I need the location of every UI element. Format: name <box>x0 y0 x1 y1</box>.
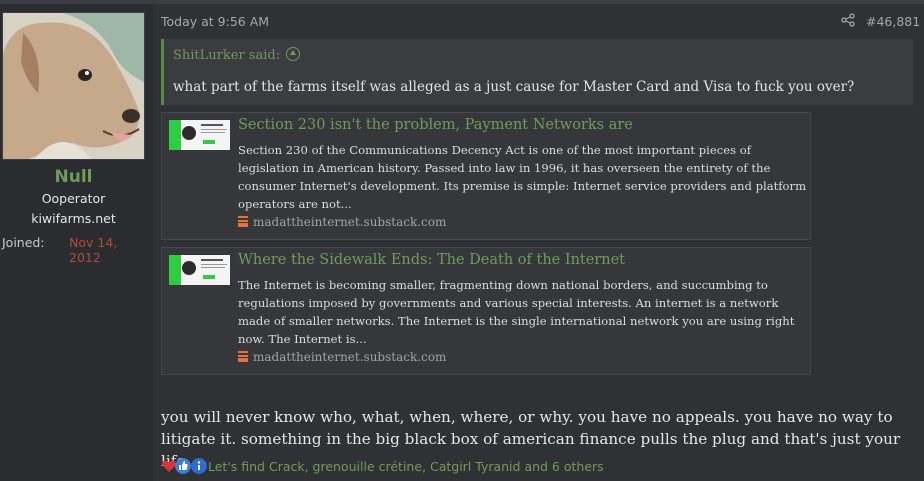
embed-source: madattheinternet.substack.com <box>238 215 446 229</box>
user-site: kiwifarms.net <box>31 211 116 226</box>
thumbs-up-icon[interactable] <box>175 458 191 474</box>
jump-to-quote-icon[interactable] <box>286 47 301 61</box>
embed-title[interactable]: Section 230 isn't the problem, Payment N… <box>238 117 633 133</box>
embed-source-label: madattheinternet.substack.com <box>253 215 447 229</box>
dog-avatar-image <box>3 13 144 159</box>
embed-source: madattheinternet.substack.com <box>238 350 446 364</box>
user-title: Ooperator <box>41 191 106 206</box>
link-embed[interactable]: Section 230 isn't the problem, Payment N… <box>161 112 811 240</box>
quote-author[interactable]: ShitLurker said: <box>173 48 280 63</box>
embed-thumbnail <box>169 120 230 150</box>
joined-label: Joined: <box>2 235 45 250</box>
reaction-summary[interactable]: Let's find Crack, grenouille crétine, Ca… <box>208 459 604 474</box>
quote-block: ShitLurker said: what part of the farms … <box>161 39 913 105</box>
user-info-column: Null Ooperator kiwifarms.net Joined: Nov… <box>0 4 153 481</box>
embed-description: The Internet is becoming smaller, fragme… <box>238 278 795 346</box>
substack-icon <box>238 351 248 362</box>
avatar[interactable] <box>2 12 145 160</box>
joined-date: Nov 14, 2012 <box>69 235 118 265</box>
post-timestamp[interactable]: Today at 9:56 AM <box>161 14 269 29</box>
quote-header: ShitLurker said: <box>164 39 913 71</box>
substack-icon <box>238 216 248 227</box>
post-number[interactable]: #46,881 <box>866 14 920 29</box>
username[interactable]: Null <box>0 167 147 187</box>
share-icon[interactable] <box>841 13 855 27</box>
info-icon[interactable] <box>191 458 207 474</box>
embed-description: Section 230 of the Communications Decenc… <box>238 143 807 211</box>
embed-source-label: madattheinternet.substack.com <box>253 350 447 364</box>
link-embed[interactable]: Where the Sidewalk Ends: The Death of th… <box>161 247 811 375</box>
post-content: Today at 9:56 AM #46,881 ShitLurker said… <box>153 4 924 481</box>
quote-text: what part of the farms itself was allege… <box>173 79 855 95</box>
embed-title[interactable]: Where the Sidewalk Ends: The Death of th… <box>238 252 625 268</box>
embed-thumbnail <box>169 255 230 285</box>
